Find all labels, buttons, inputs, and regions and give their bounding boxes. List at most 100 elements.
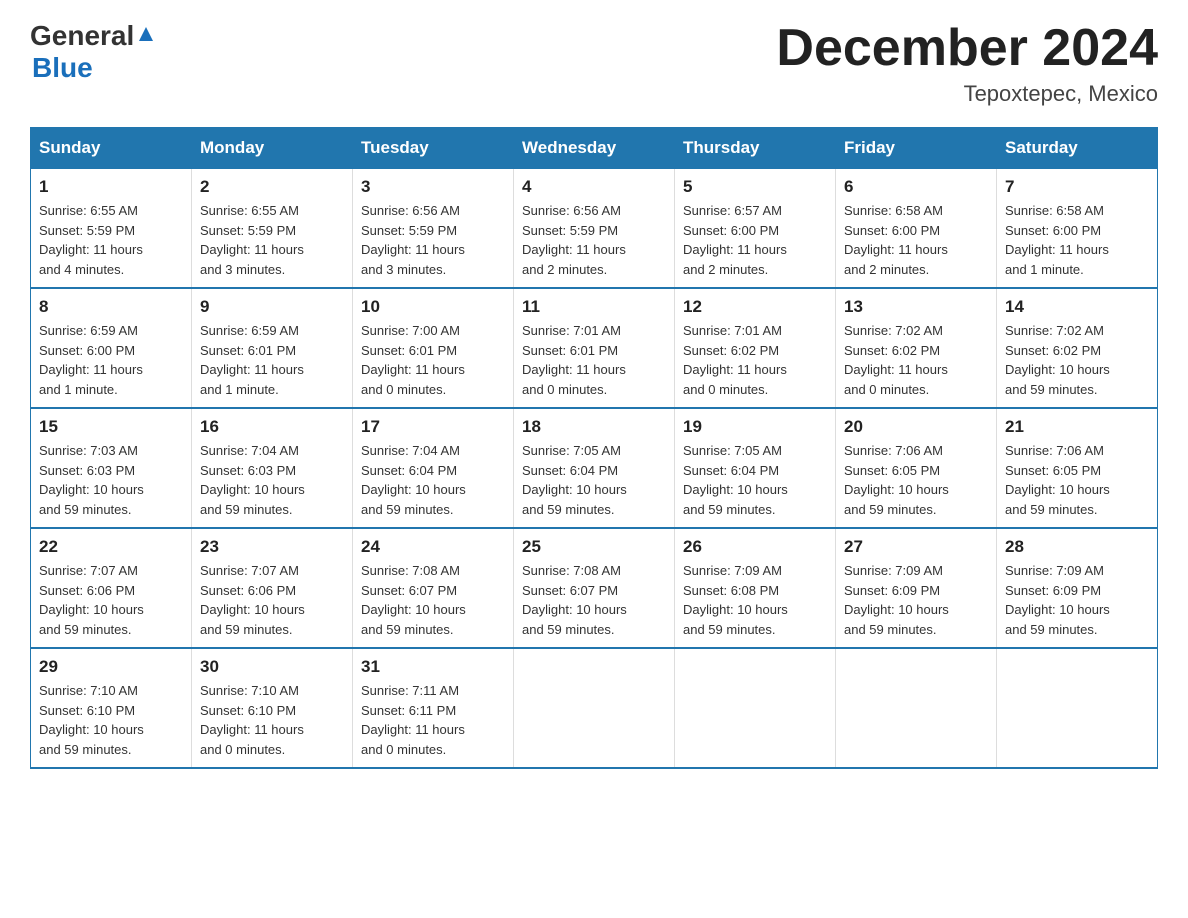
day-number: 31 — [361, 657, 505, 677]
week-row-1: 1 Sunrise: 6:55 AMSunset: 5:59 PMDaylight… — [31, 169, 1158, 289]
day-cell-29: 29Sunrise: 7:10 AMSunset: 6:10 PMDayligh… — [31, 648, 192, 768]
day-cell-15: 15Sunrise: 7:03 AMSunset: 6:03 PMDayligh… — [31, 408, 192, 528]
day-cell-25: 25 Sunrise: 7:08 AMSunset: 6:07 PMDayligh… — [514, 528, 675, 648]
day-info: Sunrise: 7:09 AMSunset: 6:08 PMDaylight:… — [683, 561, 827, 639]
day-cell-27: 27 Sunrise: 7:09 AMSunset: 6:09 PMDayligh… — [836, 528, 997, 648]
day-cell-31: 31 Sunrise: 7:11 AMSunset: 6:11 PMDayligh… — [353, 648, 514, 768]
weekday-header-thursday: Thursday — [675, 128, 836, 169]
empty-cell — [514, 648, 675, 768]
day-cell-24: 24 Sunrise: 7:08 AMSunset: 6:07 PMDayligh… — [353, 528, 514, 648]
day-cell-30: 30 Sunrise: 7:10 AMSunset: 6:10 PMDayligh… — [192, 648, 353, 768]
weekday-header-monday: Monday — [192, 128, 353, 169]
logo-general-text: General — [30, 20, 134, 52]
week-row-4: 22 Sunrise: 7:07 AMSunset: 6:06 PMDayligh… — [31, 528, 1158, 648]
logo-blue-text: Blue — [30, 52, 93, 83]
day-number: 8 — [39, 297, 183, 317]
day-info: Sunrise: 7:03 AMSunset: 6:03 PMDaylight:… — [39, 441, 183, 519]
day-number: 21 — [1005, 417, 1149, 437]
day-cell-9: 9Sunrise: 6:59 AMSunset: 6:01 PMDaylight… — [192, 288, 353, 408]
day-cell-20: 20Sunrise: 7:06 AMSunset: 6:05 PMDayligh… — [836, 408, 997, 528]
day-info: Sunrise: 7:04 AMSunset: 6:03 PMDaylight:… — [200, 441, 344, 519]
day-info: Sunrise: 7:01 AMSunset: 6:02 PMDaylight:… — [683, 321, 827, 399]
day-cell-1: 1 Sunrise: 6:55 AMSunset: 5:59 PMDaylight… — [31, 169, 192, 289]
month-title: December 2024 — [776, 20, 1158, 77]
day-number: 30 — [200, 657, 344, 677]
weekday-header-saturday: Saturday — [997, 128, 1158, 169]
day-info: Sunrise: 6:56 AMSunset: 5:59 PMDaylight:… — [361, 201, 505, 279]
day-number: 4 — [522, 177, 666, 197]
day-info: Sunrise: 7:07 AMSunset: 6:06 PMDaylight:… — [39, 561, 183, 639]
day-cell-8: 8 Sunrise: 6:59 AMSunset: 6:00 PMDaylight… — [31, 288, 192, 408]
day-number: 12 — [683, 297, 827, 317]
day-number: 9 — [200, 297, 344, 317]
day-cell-4: 4 Sunrise: 6:56 AMSunset: 5:59 PMDaylight… — [514, 169, 675, 289]
day-number: 28 — [1005, 537, 1149, 557]
day-cell-5: 5Sunrise: 6:57 AMSunset: 6:00 PMDaylight… — [675, 169, 836, 289]
day-info: Sunrise: 6:59 AMSunset: 6:00 PMDaylight:… — [39, 321, 183, 399]
week-row-5: 29Sunrise: 7:10 AMSunset: 6:10 PMDayligh… — [31, 648, 1158, 768]
day-number: 22 — [39, 537, 183, 557]
day-number: 14 — [1005, 297, 1149, 317]
empty-cell — [836, 648, 997, 768]
day-number: 5 — [683, 177, 827, 197]
day-number: 26 — [683, 537, 827, 557]
empty-cell — [675, 648, 836, 768]
day-number: 11 — [522, 297, 666, 317]
day-cell-10: 10 Sunrise: 7:00 AMSunset: 6:01 PMDayligh… — [353, 288, 514, 408]
page-header: General Blue December 2024 Tepoxtepec, M… — [30, 20, 1158, 107]
day-info: Sunrise: 7:10 AMSunset: 6:10 PMDaylight:… — [200, 681, 344, 759]
empty-cell — [997, 648, 1158, 768]
day-info: Sunrise: 7:04 AMSunset: 6:04 PMDaylight:… — [361, 441, 505, 519]
day-number: 6 — [844, 177, 988, 197]
day-info: Sunrise: 7:06 AMSunset: 6:05 PMDaylight:… — [844, 441, 988, 519]
day-number: 27 — [844, 537, 988, 557]
week-row-2: 8 Sunrise: 6:59 AMSunset: 6:00 PMDaylight… — [31, 288, 1158, 408]
day-info: Sunrise: 7:00 AMSunset: 6:01 PMDaylight:… — [361, 321, 505, 399]
day-info: Sunrise: 7:09 AMSunset: 6:09 PMDaylight:… — [844, 561, 988, 639]
day-info: Sunrise: 6:55 AMSunset: 5:59 PMDaylight:… — [39, 201, 183, 279]
day-cell-14: 14 Sunrise: 7:02 AMSunset: 6:02 PMDayligh… — [997, 288, 1158, 408]
logo: General Blue — [30, 20, 157, 84]
day-number: 17 — [361, 417, 505, 437]
day-number: 13 — [844, 297, 988, 317]
weekday-header-row: SundayMondayTuesdayWednesdayThursdayFrid… — [31, 128, 1158, 169]
day-cell-12: 12 Sunrise: 7:01 AMSunset: 6:02 PMDayligh… — [675, 288, 836, 408]
weekday-header-wednesday: Wednesday — [514, 128, 675, 169]
day-cell-17: 17 Sunrise: 7:04 AMSunset: 6:04 PMDayligh… — [353, 408, 514, 528]
day-number: 3 — [361, 177, 505, 197]
day-cell-6: 6 Sunrise: 6:58 AMSunset: 6:00 PMDaylight… — [836, 169, 997, 289]
day-info: Sunrise: 7:01 AMSunset: 6:01 PMDaylight:… — [522, 321, 666, 399]
week-row-3: 15Sunrise: 7:03 AMSunset: 6:03 PMDayligh… — [31, 408, 1158, 528]
day-number: 25 — [522, 537, 666, 557]
day-number: 18 — [522, 417, 666, 437]
day-number: 16 — [200, 417, 344, 437]
day-info: Sunrise: 7:02 AMSunset: 6:02 PMDaylight:… — [1005, 321, 1149, 399]
day-info: Sunrise: 6:58 AMSunset: 6:00 PMDaylight:… — [1005, 201, 1149, 279]
day-cell-19: 19Sunrise: 7:05 AMSunset: 6:04 PMDayligh… — [675, 408, 836, 528]
day-info: Sunrise: 6:58 AMSunset: 6:00 PMDaylight:… — [844, 201, 988, 279]
day-number: 19 — [683, 417, 827, 437]
location-text: Tepoxtepec, Mexico — [776, 81, 1158, 107]
day-number: 10 — [361, 297, 505, 317]
weekday-header-friday: Friday — [836, 128, 997, 169]
day-cell-11: 11 Sunrise: 7:01 AMSunset: 6:01 PMDayligh… — [514, 288, 675, 408]
day-cell-2: 2Sunrise: 6:55 AMSunset: 5:59 PMDaylight… — [192, 169, 353, 289]
day-number: 24 — [361, 537, 505, 557]
day-info: Sunrise: 6:56 AMSunset: 5:59 PMDaylight:… — [522, 201, 666, 279]
day-cell-21: 21 Sunrise: 7:06 AMSunset: 6:05 PMDayligh… — [997, 408, 1158, 528]
day-info: Sunrise: 7:11 AMSunset: 6:11 PMDaylight:… — [361, 681, 505, 759]
day-number: 1 — [39, 177, 183, 197]
day-info: Sunrise: 7:08 AMSunset: 6:07 PMDaylight:… — [522, 561, 666, 639]
day-cell-22: 22 Sunrise: 7:07 AMSunset: 6:06 PMDayligh… — [31, 528, 192, 648]
day-cell-13: 13Sunrise: 7:02 AMSunset: 6:02 PMDayligh… — [836, 288, 997, 408]
day-info: Sunrise: 7:08 AMSunset: 6:07 PMDaylight:… — [361, 561, 505, 639]
day-info: Sunrise: 7:07 AMSunset: 6:06 PMDaylight:… — [200, 561, 344, 639]
day-info: Sunrise: 7:10 AMSunset: 6:10 PMDaylight:… — [39, 681, 183, 759]
day-cell-3: 3 Sunrise: 6:56 AMSunset: 5:59 PMDaylight… — [353, 169, 514, 289]
day-info: Sunrise: 7:09 AMSunset: 6:09 PMDaylight:… — [1005, 561, 1149, 639]
day-cell-16: 16 Sunrise: 7:04 AMSunset: 6:03 PMDayligh… — [192, 408, 353, 528]
day-cell-18: 18Sunrise: 7:05 AMSunset: 6:04 PMDayligh… — [514, 408, 675, 528]
weekday-header-tuesday: Tuesday — [353, 128, 514, 169]
weekday-header-sunday: Sunday — [31, 128, 192, 169]
day-info: Sunrise: 7:06 AMSunset: 6:05 PMDaylight:… — [1005, 441, 1149, 519]
